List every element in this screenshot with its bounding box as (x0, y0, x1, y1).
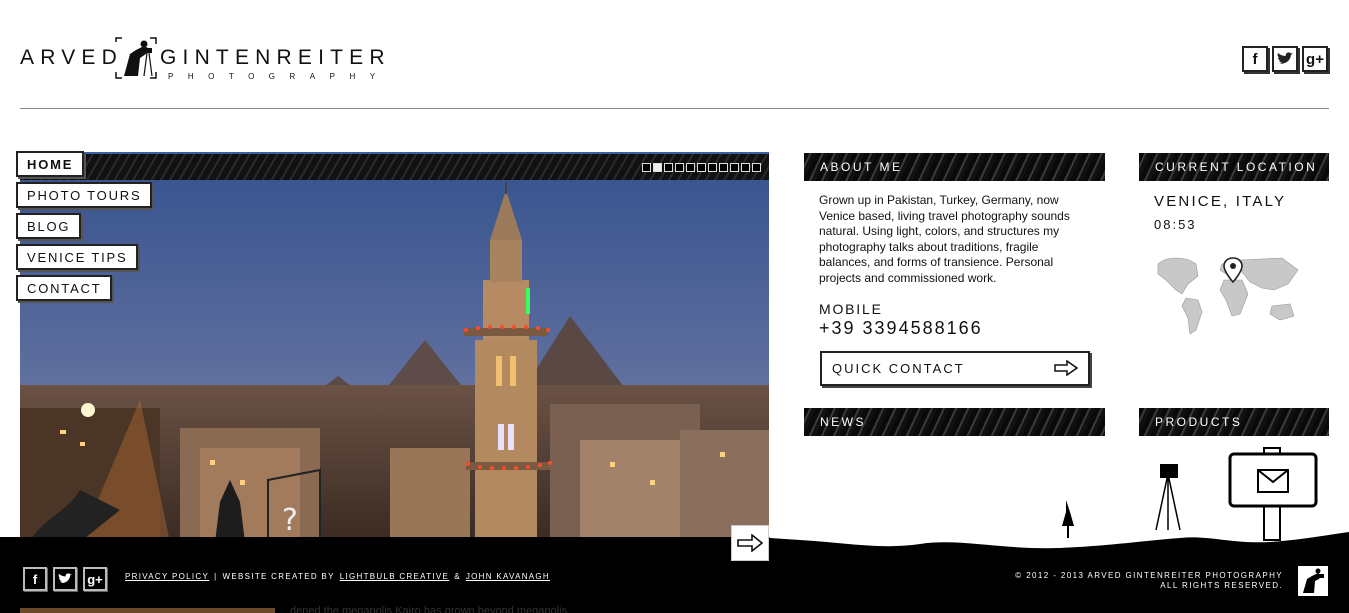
footer-social-links: f g+ (23, 567, 107, 591)
facebook-icon[interactable]: f (1242, 46, 1268, 72)
quick-contact-label: QUICK CONTACT (832, 361, 965, 376)
slide-dot[interactable] (653, 163, 662, 172)
nav-item-photo-tours[interactable]: PHOTO TOURS (16, 182, 153, 208)
footer-separator: | (214, 572, 218, 581)
googleplus-icon[interactable]: g+ (1302, 46, 1328, 72)
mobile-label: MOBILE (819, 301, 883, 317)
privacy-policy-link[interactable]: PRIVACY POLICY (125, 572, 209, 581)
slide-dot[interactable] (697, 163, 706, 172)
facebook-icon[interactable]: f (23, 567, 47, 591)
slide-dot[interactable] (730, 163, 739, 172)
logo-subtitle: PHOTOGRAPHY (168, 72, 390, 81)
lightbulb-creative-link[interactable]: LIGHTBULB CREATIVE (340, 572, 450, 581)
svg-text:?: ? (282, 503, 298, 538)
site-footer: f g+ PRIVACY POLICY | WEBSITE CREATED BY… (0, 555, 1349, 613)
world-map-icon (1157, 257, 1299, 335)
main-nav: HOME PHOTO TOURS BLOG VENICE TIPS CONTAC… (16, 151, 153, 306)
about-heading: ABOUT ME (804, 153, 1105, 181)
slide-pagination (642, 163, 761, 172)
nav-item-venice-tips[interactable]: VENICE TIPS (16, 244, 139, 270)
arrow-right-icon (1054, 360, 1078, 376)
slide-dot[interactable] (752, 163, 761, 172)
header-social-links: f g+ (1242, 46, 1328, 72)
site-logo[interactable]: ARVED GINTENREITER PHOTOGRAPHY (20, 36, 390, 82)
location-time: 08:53 (1154, 217, 1197, 232)
slider-next-button[interactable] (731, 525, 769, 561)
slide-dot[interactable] (741, 163, 750, 172)
products-heading: PRODUCTS (1139, 408, 1329, 436)
below-fold-text: dened the megapolis Kairo has grown beyo… (290, 605, 568, 613)
nav-item-home[interactable]: HOME (16, 151, 85, 177)
mobile-number[interactable]: +39 3394588166 (819, 318, 983, 339)
nav-item-contact[interactable]: CONTACT (16, 275, 113, 301)
twitter-icon[interactable] (53, 567, 77, 591)
slide-dot[interactable] (708, 163, 717, 172)
arrow-right-icon (737, 534, 763, 552)
slide-dot[interactable] (642, 163, 651, 172)
footer-links: PRIVACY POLICY | WEBSITE CREATED BY LIGH… (125, 572, 550, 581)
news-heading: NEWS (804, 408, 1105, 436)
googleplus-icon[interactable]: g+ (83, 567, 107, 591)
john-kavanagh-link[interactable]: JOHN KAVANAGH (466, 572, 550, 581)
slide-dot[interactable] (686, 163, 695, 172)
logo-last-name: GINTENREITER (160, 46, 391, 69)
logo-first-name: ARVED (20, 46, 123, 69)
photographer-logo-icon (1298, 566, 1328, 596)
copyright-text: © 2012 - 2013 ARVED GINTENREITER PHOTOGR… (1015, 571, 1283, 591)
website-created-by-text: WEBSITE CREATED BY (222, 572, 335, 581)
photographer-logo-icon (115, 37, 157, 79)
slide-dot[interactable] (675, 163, 684, 172)
about-text: Grown up in Pakistan, Turkey, Germany, n… (819, 193, 1070, 285)
ampersand-text: & (454, 572, 461, 581)
copyright-line: © 2012 - 2013 ARVED GINTENREITER PHOTOGR… (1015, 571, 1283, 580)
location-city: VENICE, ITALY (1154, 193, 1287, 210)
quick-contact-button[interactable]: QUICK CONTACT (820, 351, 1090, 386)
below-fold-image (20, 608, 275, 613)
nav-item-blog[interactable]: BLOG (16, 213, 82, 239)
location-heading: CURRENT LOCATION (1139, 153, 1329, 181)
twitter-icon[interactable] (1272, 46, 1298, 72)
rights-line: ALL RIGHTS RESERVED. (1160, 581, 1283, 590)
header-divider (20, 108, 1329, 109)
slide-dot[interactable] (664, 163, 673, 172)
slide-dot[interactable] (719, 163, 728, 172)
